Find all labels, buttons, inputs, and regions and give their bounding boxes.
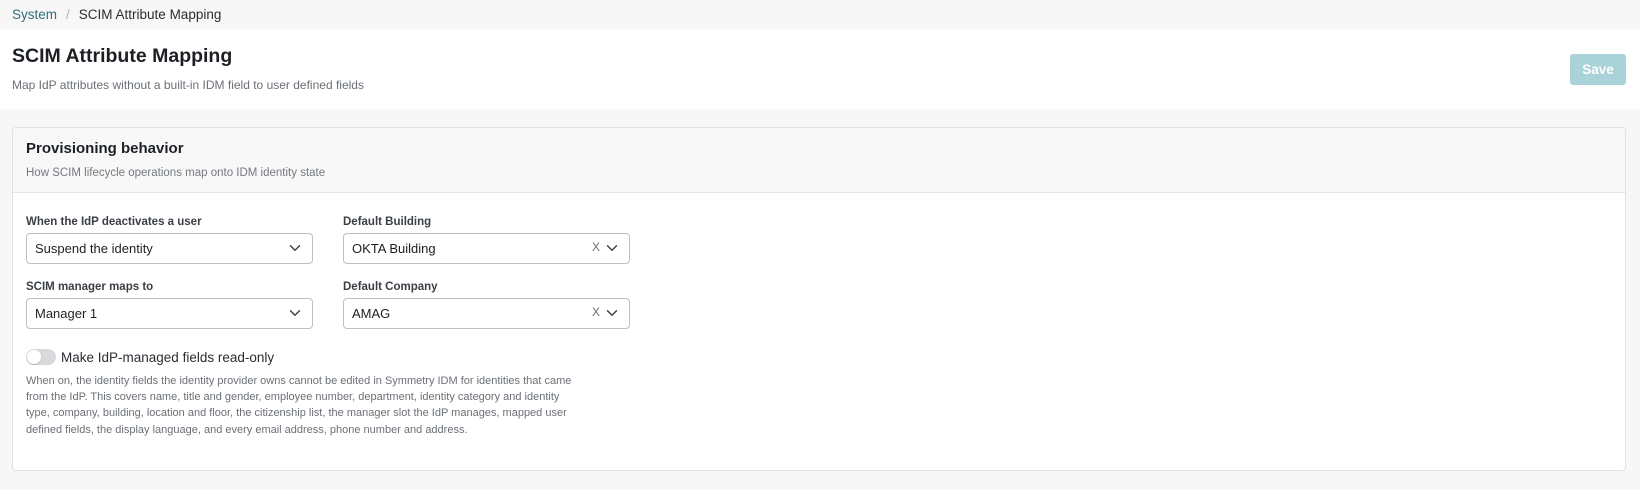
manager-field: SCIM manager maps to Manager 1 [26, 280, 313, 329]
manager-select-value: Manager 1 [35, 306, 98, 321]
default-company-value: AMAG [352, 306, 391, 321]
default-company-select[interactable]: AMAG X [343, 298, 630, 329]
breadcrumb: System / SCIM Attribute Mapping [12, 4, 221, 24]
breadcrumb-separator: / [66, 6, 70, 22]
manager-select[interactable]: Manager 1 [26, 298, 313, 329]
default-company-field: Default Company AMAG X [343, 280, 630, 329]
chevron-down-icon[interactable] [606, 242, 618, 254]
default-building-field: Default Building OKTA Building X [343, 215, 630, 264]
readonly-toggle[interactable] [26, 349, 56, 365]
page-subtitle: Map IdP attributes without a built-in ID… [12, 78, 364, 92]
card-subtitle: How SCIM lifecycle operations map onto I… [26, 167, 326, 179]
manager-label: SCIM manager maps to [26, 281, 154, 293]
chevron-down-icon[interactable] [289, 307, 301, 319]
default-building-value: OKTA Building [352, 241, 436, 256]
readonly-toggle-row: Make IdP-managed fields read-only [26, 348, 274, 366]
page-title: SCIM Attribute Mapping [12, 45, 233, 67]
deactivate-select[interactable]: Suspend the identity [26, 233, 313, 264]
card-header: Provisioning behavior How SCIM lifecycle… [13, 128, 1625, 193]
breadcrumb-current: SCIM Attribute Mapping [78, 6, 222, 22]
default-building-select[interactable]: OKTA Building X [343, 233, 630, 264]
default-building-label: Default Building [343, 216, 432, 228]
x-icon[interactable]: X [591, 239, 601, 255]
default-company-label: Default Company [343, 281, 438, 293]
card-title: Provisioning behavior [26, 140, 184, 157]
chevron-down-icon[interactable] [606, 307, 618, 319]
deactivate-field: When the IdP deactivates a user Suspend … [26, 215, 313, 264]
breadcrumb-system-link[interactable]: System [12, 7, 57, 22]
deactivate-select-value: Suspend the identity [35, 241, 153, 256]
deactivate-label: When the IdP deactivates a user [26, 216, 202, 228]
provisioning-behavior-card: Provisioning behavior How SCIM lifecycle… [12, 127, 1626, 471]
readonly-help-text: When on, the identity fields the identit… [26, 375, 572, 436]
toggle-knob [27, 350, 41, 364]
chevron-down-icon[interactable] [289, 242, 301, 254]
page-header: SCIM Attribute Mapping Map IdP attribute… [0, 29, 1640, 109]
save-button[interactable]: Save [1570, 54, 1626, 85]
readonly-toggle-label[interactable]: Make IdP-managed fields read-only [61, 350, 274, 365]
x-icon[interactable]: X [591, 304, 601, 320]
